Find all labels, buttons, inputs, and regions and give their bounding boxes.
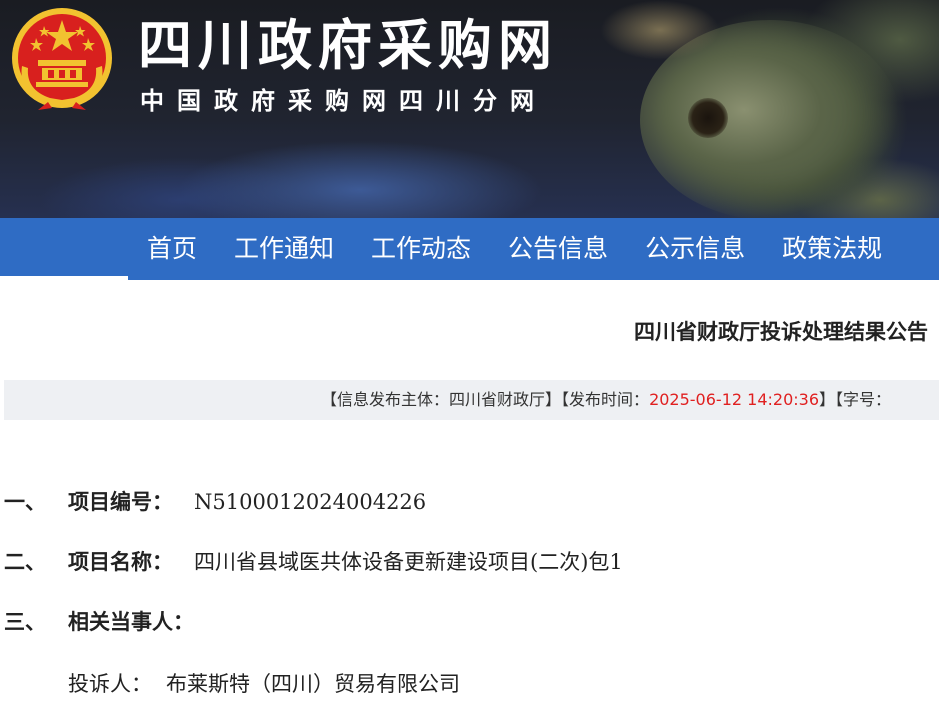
publisher-label: 【信息发布主体： (321, 390, 450, 409)
nav-item-work-news[interactable]: 工作动态 (371, 218, 471, 280)
publisher-close: 】 (545, 390, 562, 409)
publish-time-label: 【发布时间： (561, 390, 650, 409)
section-label: 相关当事人： (68, 609, 194, 634)
complainant-label: 投诉人： (68, 672, 152, 696)
complainant-value: 布莱斯特（四川）贸易有限公司 (166, 672, 460, 696)
nav-item-policies[interactable]: 政策法规 (782, 218, 882, 280)
site-banner: 四川政府采购网 中国政府采购网四川分网 (0, 0, 939, 218)
banner-artifact-hole (688, 98, 728, 138)
nav-item-work-notice[interactable]: 工作通知 (234, 218, 334, 280)
site-title: 四川政府采购网 (138, 14, 558, 77)
main-nav: 首页 工作通知 工作动态 公告信息 公示信息 政策法规 (0, 218, 939, 280)
publisher-value: 四川省财政厅 (449, 390, 546, 409)
project-number-value: N5100012024004226 (194, 490, 427, 514)
nav-item-public-notice[interactable]: 公示信息 (645, 218, 745, 280)
font-size-label[interactable]: 【字号： (835, 390, 891, 409)
publish-time-close: 】 (819, 390, 836, 409)
section-number: 三、 (4, 609, 46, 634)
section-number: 二、 (4, 549, 46, 574)
banner-artifact-top (600, 0, 720, 60)
nav-item-announcements[interactable]: 公告信息 (508, 218, 608, 280)
article-meta-bar: 【信息发布主体：四川省财政厅】【发布时间：2025-06-12 14:20:36… (4, 380, 939, 420)
section-label: 项目编号： (68, 489, 173, 514)
section-number: 一、 (4, 489, 46, 514)
article-meta: 【信息发布主体：四川省财政厅】【发布时间：2025-06-12 14:20:36… (321, 380, 891, 420)
site-subtitle: 中国政府采购网四川分网 (140, 87, 547, 115)
section-label: 项目名称： (68, 549, 173, 574)
publish-time-value: 2025-06-12 14:20:36 (649, 390, 819, 409)
project-name-value: 四川省县域医共体设备更新建设项目(二次)包1 (194, 550, 623, 574)
page-title: 四川省财政厅投诉处理结果公告 (634, 320, 928, 344)
national-emblem-icon (12, 8, 112, 110)
nav-underline (0, 276, 128, 282)
nav-item-home[interactable]: 首页 (147, 218, 197, 280)
